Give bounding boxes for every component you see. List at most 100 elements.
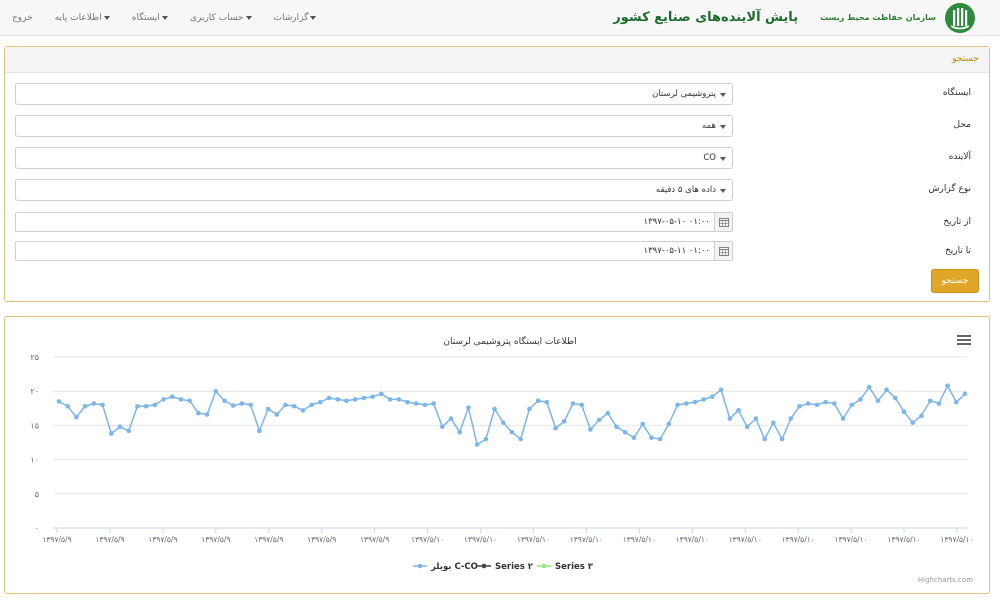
station-row: پتروشیمی لرستان ایستگاه xyxy=(15,83,981,105)
data-point xyxy=(352,397,358,402)
data-point xyxy=(387,397,393,402)
legend-item-label[interactable]: بویلر C-CO xyxy=(430,562,478,572)
data-point xyxy=(622,429,628,435)
data-point xyxy=(370,394,375,399)
data-point xyxy=(230,403,236,408)
data-point xyxy=(858,397,863,402)
data-point xyxy=(710,394,715,399)
report-type-select-value: داده های ۵ دقیقه xyxy=(655,185,716,195)
to-date-input[interactable]: ۱۳۹۷-۰۵-۱۱ ۰۱:۰۰ xyxy=(15,241,733,261)
legend-marker xyxy=(541,563,547,569)
location-select[interactable]: همه xyxy=(15,115,733,137)
data-point xyxy=(405,399,410,405)
data-point xyxy=(248,402,253,408)
data-point xyxy=(701,397,706,402)
search-panel-heading: جستجو xyxy=(5,47,989,73)
nav-user-account[interactable]: حساب کاربری xyxy=(190,13,252,23)
data-point xyxy=(108,431,114,436)
from-date-value: ۱۳۹۷-۰۵-۱۰ ۰۱:۰۰ xyxy=(643,217,711,227)
station-select-value: پتروشیمی لرستان xyxy=(652,89,716,99)
data-point xyxy=(953,399,959,405)
report-type-select[interactable]: داده های ۵ دقیقه xyxy=(15,179,733,201)
from-date-input[interactable]: ۱۳۹۷-۰۵-۱۰ ۰۱:۰۰ xyxy=(15,212,733,232)
environment-logo-icon xyxy=(945,2,975,33)
chart-menu-icon[interactable] xyxy=(957,335,971,347)
location-select-value: همه xyxy=(702,121,716,131)
nav-logout-label: خروج xyxy=(12,12,33,23)
data-point xyxy=(553,425,558,431)
data-point xyxy=(257,428,262,434)
data-point xyxy=(500,420,506,425)
data-point xyxy=(222,398,227,404)
site-title: پایش آلاینده‌های صنایع کشور xyxy=(613,10,799,25)
pollutant-select[interactable]: CO xyxy=(15,147,733,169)
location-label: محل xyxy=(953,120,971,130)
data-point xyxy=(91,401,97,406)
data-point xyxy=(614,424,619,430)
data-point xyxy=(466,405,471,410)
nav-base-info-label: اطلاعات پایه xyxy=(54,12,102,23)
x-tick-label: ۱۳۹۷/۵/۱۰ xyxy=(623,535,656,544)
x-tick-label: ۱۳۹۷/۵/۱۰ xyxy=(887,535,920,544)
data-point xyxy=(849,402,855,408)
data-point xyxy=(239,401,245,406)
caret-down-icon xyxy=(720,157,726,161)
data-point xyxy=(692,399,698,405)
location-row: همه محل xyxy=(15,115,981,137)
to-date-row: ۱۳۹۷-۰۵-۱۱ ۰۱:۰۰ تا تاریخ xyxy=(15,241,981,263)
data-point xyxy=(962,391,968,397)
nav-station[interactable]: ایستگاه xyxy=(132,13,168,23)
x-tick-label: ۱۳۹۷/۵/۱۰ xyxy=(834,535,867,544)
calendar-glyph xyxy=(718,247,729,256)
x-tick-label: ۱۳۹۷/۵/۱۰ xyxy=(570,535,603,544)
legend-marker xyxy=(417,563,423,569)
from-date-label: از تاریخ xyxy=(943,217,971,227)
nav-base-info[interactable]: اطلاعات پایه xyxy=(55,13,110,23)
legend-item-label[interactable]: Series ۳ xyxy=(555,562,594,572)
data-point xyxy=(919,413,924,419)
data-point xyxy=(309,402,314,408)
chart-credit[interactable]: Highcharts.com xyxy=(918,576,973,584)
data-point xyxy=(901,409,907,415)
data-point xyxy=(814,402,820,408)
data-point xyxy=(727,416,733,421)
data-point xyxy=(762,436,767,442)
data-point xyxy=(823,399,828,405)
station-select[interactable]: پتروشیمی لرستان xyxy=(15,83,733,105)
search-button[interactable]: جستجو xyxy=(931,269,979,293)
data-point xyxy=(74,414,79,420)
data-point xyxy=(753,416,759,421)
nav-logout[interactable]: خروج xyxy=(12,13,33,23)
from-date-row: ۱۳۹۷-۰۵-۱۰ ۰۱:۰۰ از تاریخ xyxy=(15,212,981,234)
data-point xyxy=(579,402,584,408)
data-point xyxy=(474,442,480,447)
data-point xyxy=(588,427,593,432)
data-point xyxy=(927,398,933,404)
x-tick-label: ۱۳۹۷/۵/۱۰ xyxy=(676,535,709,544)
data-point xyxy=(893,395,898,401)
x-tick-label: ۱۳۹۷/۵/۱۰ xyxy=(729,535,762,544)
data-point xyxy=(196,410,201,416)
x-tick-label: ۱۳۹۷/۵/۱۰ xyxy=(940,535,973,544)
calendar-icon[interactable] xyxy=(714,242,732,260)
data-point xyxy=(291,403,297,409)
calendar-glyph xyxy=(718,218,729,227)
data-point xyxy=(440,424,445,430)
legend-item-label[interactable]: Series ۲ xyxy=(495,562,534,572)
data-point xyxy=(675,402,680,408)
data-point xyxy=(832,401,837,406)
y-tick-label: ۰ xyxy=(35,524,39,533)
search-panel: جستجو پتروشیمی لرستان ایستگاه همه محل CO… xyxy=(4,46,990,302)
x-tick-label: ۱۳۹۷/۵/۹ xyxy=(201,535,230,544)
x-tick-label: ۱۳۹۷/۵/۹ xyxy=(360,535,389,544)
brand[interactable]: سازمان حفاظت محیط زیست پایش آلاینده‌های … xyxy=(613,0,976,35)
y-tick-label: ۵ xyxy=(35,490,39,499)
calendar-icon[interactable] xyxy=(714,213,732,231)
legend-marker xyxy=(481,563,487,569)
nav-station-label: ایستگاه xyxy=(131,12,160,23)
data-point xyxy=(683,401,689,406)
data-point xyxy=(666,421,672,427)
x-tick-label: ۱۳۹۷/۵/۱۰ xyxy=(782,535,815,544)
nav-reports[interactable]: گزارشات xyxy=(274,13,317,23)
data-point xyxy=(300,408,306,413)
